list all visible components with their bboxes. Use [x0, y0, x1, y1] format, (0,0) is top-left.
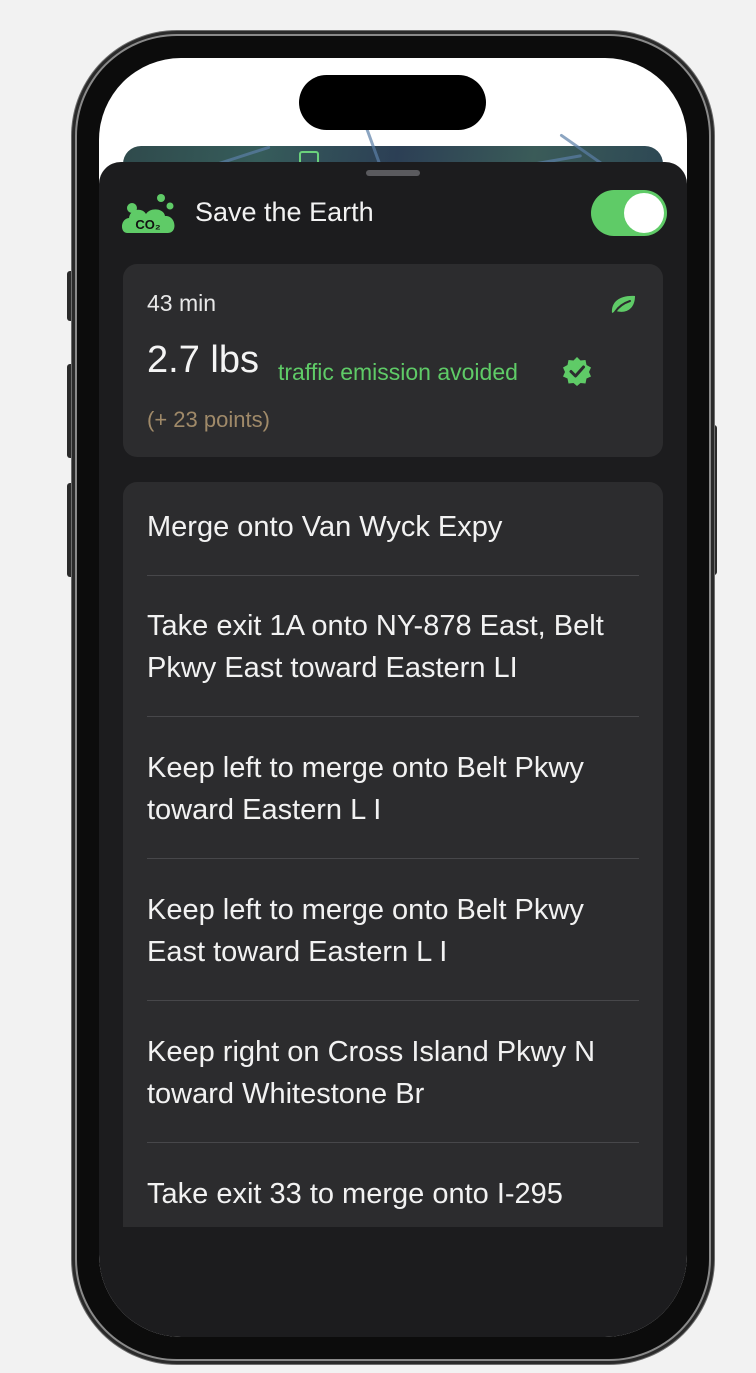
bottom-sheet: CO₂ Save the Earth 43 min 2.7 lbs traffi…	[99, 162, 687, 1337]
points-earned: (+ 23 points)	[147, 407, 270, 432]
phone-screen: CO₂ Save the Earth 43 min 2.7 lbs traffi…	[99, 58, 687, 1337]
directions-list: Merge onto Van Wyck Expy Take exit 1A on…	[123, 482, 663, 1227]
save-earth-toggle[interactable]	[591, 190, 667, 236]
divider	[147, 1142, 639, 1143]
toggle-knob	[624, 193, 664, 233]
emission-label: traffic emission avoided	[278, 359, 518, 385]
co2-cloud-icon: CO₂	[121, 194, 175, 233]
divider	[147, 858, 639, 859]
trip-duration: 43 min	[147, 290, 217, 316]
header-title: Save the Earth	[195, 197, 374, 227]
divider	[147, 1000, 639, 1001]
leaf-icon	[611, 295, 635, 313]
emission-weight: 2.7 lbs	[147, 339, 259, 381]
direction-step[interactable]: Keep right on Cross Island Pkwy N toward…	[147, 1031, 639, 1115]
power-button	[709, 425, 717, 575]
dynamic-island	[299, 75, 486, 130]
direction-step[interactable]: Keep left to merge onto Belt Pkwy toward…	[147, 747, 639, 831]
direction-step[interactable]: Keep left to merge onto Belt Pkwy East t…	[147, 889, 639, 973]
direction-step[interactable]: Take exit 1A onto NY-878 East, Belt Pkwy…	[147, 605, 639, 689]
mute-switch	[67, 271, 75, 321]
svg-text:CO₂: CO₂	[135, 217, 161, 232]
divider	[147, 575, 639, 576]
divider	[147, 716, 639, 717]
volume-down-button	[67, 483, 75, 577]
verified-check-icon	[563, 357, 591, 386]
emission-summary-card: 43 min 2.7 lbs traffic emission avoided …	[123, 264, 663, 457]
direction-step[interactable]: Merge onto Van Wyck Expy	[147, 506, 639, 548]
volume-up-button	[67, 364, 75, 458]
direction-step[interactable]: Take exit 33 to merge onto I-295	[147, 1173, 639, 1215]
header-row: CO₂ Save the Earth	[121, 190, 667, 236]
sheet-grabber[interactable]	[366, 170, 420, 176]
